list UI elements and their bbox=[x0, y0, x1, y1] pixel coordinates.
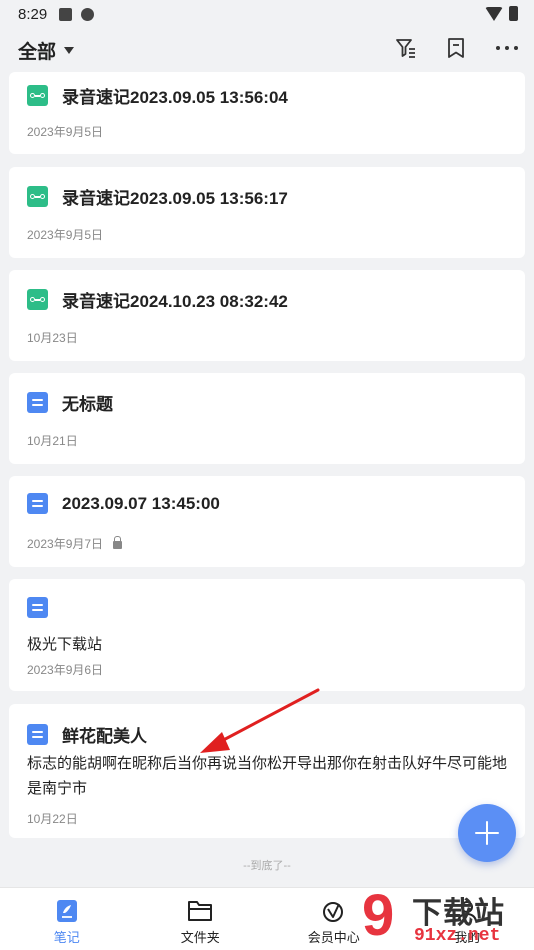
note-date: 10月23日 bbox=[27, 331, 78, 345]
note-date-row: 2023年9月7日 bbox=[27, 535, 123, 552]
note-title: 录音速记2023.09.05 13:56:17 bbox=[62, 189, 288, 208]
note-title: 录音速记2023.09.05 13:56:04 bbox=[62, 88, 288, 107]
app-a-icon bbox=[59, 7, 73, 21]
note-card[interactable]: 录音速记2023.09.05 13:56:04 2023年9月5日 bbox=[9, 72, 525, 154]
member-tab-icon bbox=[322, 902, 343, 922]
note-card[interactable]: 录音速记2024.10.23 08:32:42 10月23日 bbox=[9, 270, 525, 361]
document-note-icon bbox=[27, 392, 48, 413]
category-filter[interactable]: 全部 bbox=[18, 37, 56, 64]
filter-icon[interactable] bbox=[394, 36, 418, 60]
document-note-icon bbox=[27, 724, 48, 745]
watermark-digit: 9 bbox=[362, 883, 395, 948]
status-bar: 8:29 bbox=[0, 0, 534, 28]
note-card[interactable]: 录音速记2023.09.05 13:56:17 2023年9月5日 bbox=[9, 167, 525, 258]
note-date: 2023年9月5日 bbox=[27, 125, 104, 139]
document-note-icon bbox=[27, 493, 48, 514]
note-tab-icon bbox=[56, 900, 77, 922]
note-title: 鲜花配美人 bbox=[62, 727, 147, 746]
audio-note-icon bbox=[27, 85, 48, 106]
tab-label: 会员中心 bbox=[307, 930, 360, 945]
lock-icon bbox=[113, 535, 123, 549]
watermark-url: 91xz.net bbox=[414, 926, 501, 946]
note-title: 无标题 bbox=[62, 395, 113, 414]
site-watermark: 9 下载站 91xz.net bbox=[362, 886, 534, 950]
bookmark-icon[interactable] bbox=[444, 36, 468, 60]
note-card[interactable]: 鲜花配美人 标志的能胡啊在昵称后当你再说当你松开导出那你在射击队好牛尽可能地是南… bbox=[9, 704, 525, 838]
tab-label: 笔记 bbox=[53, 930, 80, 945]
note-date: 2023年9月6日 bbox=[27, 663, 104, 677]
note-card[interactable]: 无标题 10月21日 bbox=[9, 373, 525, 464]
note-date: 2023年9月7日 bbox=[27, 537, 104, 551]
note-preview: 极光下载站 bbox=[27, 636, 103, 653]
note-date: 10月22日 bbox=[27, 812, 78, 826]
note-title: 2023.09.07 13:45:00 bbox=[62, 493, 220, 513]
tab-folders[interactable]: 文件夹 bbox=[134, 888, 268, 950]
audio-note-icon bbox=[27, 289, 48, 310]
note-date: 10月21日 bbox=[27, 434, 78, 448]
tab-label: 文件夹 bbox=[180, 930, 220, 945]
battery-icon bbox=[509, 6, 518, 21]
wifi-icon bbox=[485, 6, 503, 21]
document-note-icon bbox=[27, 597, 48, 618]
list-end-indicator: --到底了-- bbox=[243, 860, 291, 872]
note-card[interactable]: 2023.09.07 13:45:00 2023年9月7日 bbox=[9, 476, 525, 567]
audio-note-icon bbox=[27, 186, 48, 207]
top-toolbar: 全部 bbox=[0, 28, 534, 72]
chevron-down-icon[interactable] bbox=[64, 46, 75, 54]
status-time: 8:29 bbox=[18, 5, 48, 23]
add-note-button[interactable] bbox=[458, 804, 516, 862]
more-icon[interactable] bbox=[494, 36, 520, 60]
note-title: 录音速记2024.10.23 08:32:42 bbox=[62, 292, 288, 311]
robot-icon bbox=[81, 7, 95, 21]
note-date: 2023年9月5日 bbox=[27, 228, 104, 242]
tab-notes[interactable]: 笔记 bbox=[0, 888, 134, 950]
folder-tab-icon bbox=[188, 901, 213, 921]
note-card[interactable]: 极光下载站 2023年9月6日 bbox=[9, 579, 525, 691]
note-preview: 标志的能胡啊在昵称后当你再说当你松开导出那你在射击队好牛尽可能地是南宁市 bbox=[27, 755, 508, 797]
